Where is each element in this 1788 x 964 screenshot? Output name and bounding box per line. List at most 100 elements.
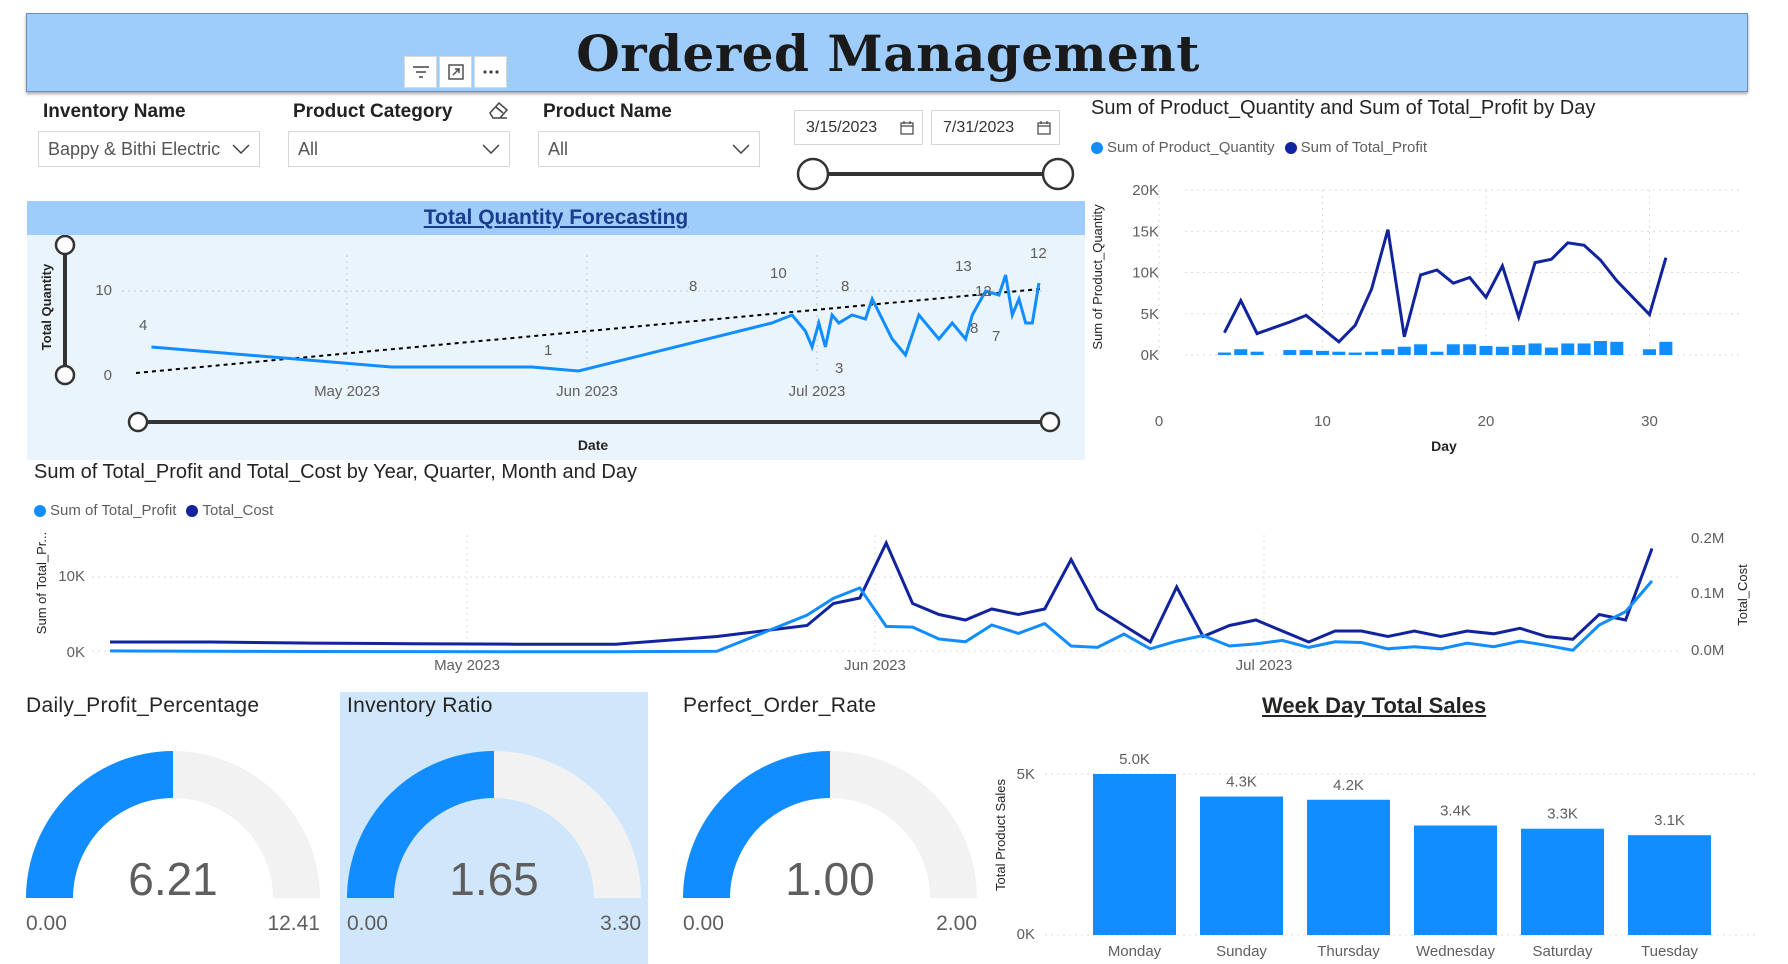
daily-quantity-bar[interactable] [1250, 351, 1264, 355]
daily-quantity-bar[interactable] [1299, 350, 1313, 355]
profit-cost-ytick2: 0.2M [1691, 530, 1724, 547]
date-slider-end-handle[interactable] [1041, 157, 1075, 191]
daily-quantity-bar[interactable] [1348, 352, 1362, 355]
forecast-xtick: May 2023 [314, 383, 380, 400]
weekday-data-label: 3.3K [1547, 806, 1578, 823]
focus-mode-icon[interactable] [439, 56, 472, 88]
daily-quantity-bar[interactable] [1332, 351, 1346, 355]
title-banner: Ordered Management [26, 13, 1748, 92]
weekday-bar[interactable] [1307, 799, 1390, 935]
daily-xtick: 20 [1478, 413, 1495, 430]
weekday-chart: Total Product Sales 5K 0K 5.0K Monday 4.3K… [993, 751, 1755, 960]
gauge-title: Daily_Profit_Percentage [26, 694, 260, 717]
weekday-data-label: 3.4K [1440, 803, 1471, 820]
end-date-input[interactable]: 7/31/2023 [931, 110, 1060, 145]
weekday-ylabel: Total Product Sales [993, 779, 1008, 892]
calendar-icon [900, 120, 914, 135]
daily-quantity-bar[interactable] [1217, 352, 1231, 355]
legend-item[interactable]: Sum of Total_Profit [1301, 139, 1427, 156]
daily-quantity-bar[interactable] [1659, 341, 1673, 355]
gauge-title: Inventory Ratio [347, 694, 493, 717]
weekday-bar[interactable] [1093, 774, 1176, 935]
forecast-x-slider-start[interactable] [127, 411, 149, 433]
daily-quantity-bar[interactable] [1414, 344, 1428, 355]
weekday-bar[interactable] [1628, 835, 1711, 935]
weekday-data-label: 4.3K [1226, 774, 1257, 791]
legend-marker [34, 504, 46, 517]
daily-quantity-bar[interactable] [1643, 349, 1656, 355]
daily-quantity-bar[interactable] [1316, 350, 1329, 355]
weekday-category-label: Monday [1108, 943, 1162, 960]
forecast-chart: Total Quantity 10 0 May 2023 Jun 2023 Ju… [39, 235, 1061, 453]
daily-ytick: 10K [1132, 265, 1159, 282]
gauge-max: 12.41 [267, 912, 320, 935]
inventory-dropdown-value: Bappy & Bithi Electric [48, 138, 221, 159]
weekday-ytick: 5K [1017, 766, 1035, 783]
daily-xlabel: Day [1431, 438, 1457, 454]
forecast-y-slider-bottom[interactable] [54, 364, 76, 386]
start-date-value: 3/15/2023 [806, 118, 878, 136]
weekday-bar[interactable] [1200, 796, 1283, 935]
daily-quantity-bar[interactable] [1495, 346, 1509, 355]
inventory-dropdown[interactable]: Bappy & Bithi Electric [38, 131, 260, 167]
category-dropdown[interactable]: All [288, 131, 510, 167]
daily-quantity-bar[interactable] [1479, 345, 1493, 355]
weekday-bar[interactable] [1521, 828, 1604, 935]
forecast-xtick: Jul 2023 [789, 383, 846, 400]
legend-marker [1284, 141, 1297, 154]
legend-item[interactable]: Total_Cost [202, 502, 273, 519]
start-date-input[interactable]: 3/15/2023 [794, 110, 923, 145]
legend-item[interactable]: Sum of Product_Quantity [1107, 139, 1275, 156]
daily-quantity-bar[interactable] [1283, 350, 1297, 355]
profit-cost-ylabel2: Total_Cost [1735, 564, 1750, 626]
date-range-slider[interactable] [794, 156, 1078, 192]
forecast-ylabel: Total Quantity [39, 263, 54, 350]
daily-quantity-bar[interactable] [1430, 351, 1444, 355]
category-slicer-label: Product Category [293, 101, 453, 122]
daily-quantity-bar[interactable] [1463, 344, 1477, 355]
legend-item[interactable]: Sum of Total_Profit [50, 502, 176, 519]
profit-cost-legend: Sum of Total_Profit Total_Cost [34, 502, 273, 519]
more-options-icon[interactable] [474, 56, 507, 88]
product-dropdown[interactable]: All [538, 131, 760, 167]
weekday-bar[interactable] [1414, 825, 1497, 935]
forecast-xtick: Jun 2023 [556, 383, 618, 400]
forecast-title-bar: Total Quantity Forecasting [27, 201, 1085, 235]
weekday-category-label: Tuesday [1641, 943, 1698, 960]
eraser-icon[interactable] [487, 100, 509, 120]
daily-profit-line [1223, 229, 1668, 344]
profit-cost-chart: Sum of Total_Pr... 10K 0K 0.2M 0.1M 0.0M… [34, 530, 1750, 674]
daily-quantity-bar[interactable] [1234, 349, 1248, 355]
gauge-title: Perfect_Order_Rate [683, 694, 877, 717]
daily-ytick: 15K [1132, 223, 1159, 240]
date-slider-start-handle[interactable] [796, 157, 830, 191]
forecast-trend-line [135, 288, 1041, 374]
daily-quantity-bar[interactable] [1397, 346, 1411, 355]
daily-quantity-bar[interactable] [1610, 341, 1624, 355]
legend-marker [186, 504, 199, 517]
daily-quantity-bar[interactable] [1544, 347, 1558, 355]
forecast-series-line [151, 274, 1041, 373]
daily-quantity-bar[interactable] [1446, 344, 1460, 355]
page-title: Ordered Management [576, 24, 1200, 83]
daily-quantity-bar[interactable] [1528, 343, 1542, 355]
forecast-x-slider-end[interactable] [1039, 411, 1061, 433]
daily-quantity-bar[interactable] [1577, 343, 1591, 355]
profit-cost-xtick: Jul 2023 [1236, 657, 1293, 674]
daily-xtick: 10 [1314, 413, 1331, 430]
daily-quantity-bar[interactable] [1593, 340, 1607, 355]
daily-quantity-bar[interactable] [1381, 349, 1395, 355]
forecast-y-slider-top[interactable] [54, 235, 76, 256]
category-dropdown-value: All [298, 138, 319, 159]
daily-quantity-bar[interactable] [1365, 351, 1379, 355]
total-cost-line [110, 539, 1654, 646]
daily-quantity-bar[interactable] [1512, 345, 1526, 355]
weekday-category-label: Sunday [1216, 943, 1267, 960]
total-profit-line [109, 579, 1654, 654]
forecast-data-label: 8 [841, 278, 849, 295]
chevron-down-icon [232, 144, 250, 154]
profit-cost-ytick: 0K [67, 644, 85, 661]
perfect-order-gauge: 1.00 0.00 2.00 [683, 751, 977, 935]
filter-icon[interactable] [404, 56, 437, 88]
daily-quantity-bar[interactable] [1561, 343, 1575, 355]
